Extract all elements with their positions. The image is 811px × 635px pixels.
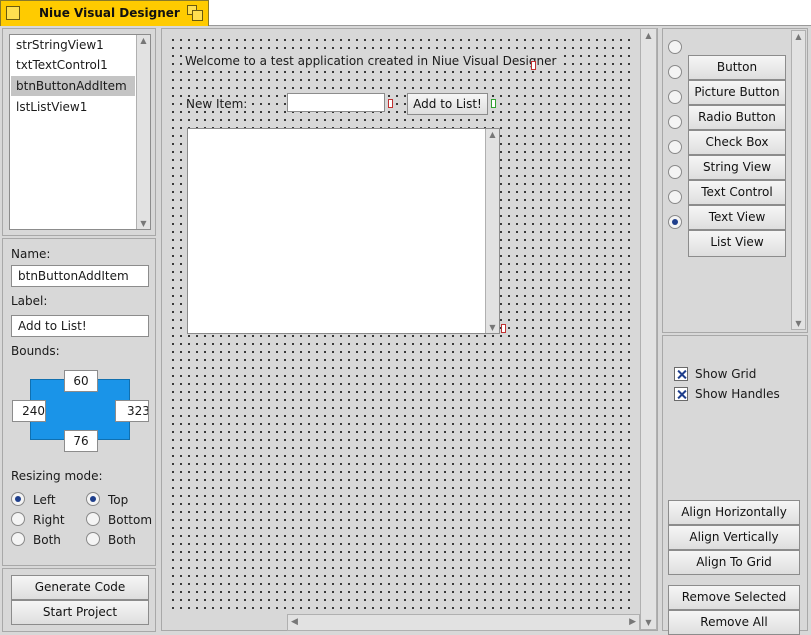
canvas-new-item-input[interactable]	[287, 93, 385, 112]
resize-bottom-label: Bottom	[108, 513, 153, 527]
remove-selected-button[interactable]: Remove Selected	[668, 585, 800, 610]
palette-text-control[interactable]: Text Control	[688, 180, 786, 205]
scroll-up-icon[interactable]: ▲	[792, 32, 805, 41]
bounds-left-field[interactable]: 240	[12, 400, 46, 422]
name-field[interactable]: btnButtonAddItem	[11, 265, 149, 287]
canvas-vertical-scrollbar[interactable]: ▲ ▼	[640, 28, 657, 630]
close-icon[interactable]	[6, 6, 20, 20]
list-item[interactable]: txtTextControl1	[11, 55, 135, 75]
window-title: Niue Visual Designer	[39, 6, 180, 20]
align-to-grid-button[interactable]: Align To Grid	[668, 550, 800, 575]
show-grid-label: Show Grid	[695, 367, 757, 381]
palette-radio-button[interactable]	[668, 65, 682, 79]
list-item[interactable]: strStringView1	[11, 35, 135, 55]
window-tab[interactable]: Niue Visual Designer	[0, 0, 209, 26]
label-field[interactable]: Add to List!	[11, 315, 149, 337]
resize-handle-icon[interactable]	[388, 99, 393, 108]
canvas-list-view[interactable]: ▲ ▼	[187, 128, 500, 334]
resize-right-radio[interactable]	[11, 512, 25, 526]
list-item[interactable]: lstListView1	[11, 97, 135, 117]
show-handles-label: Show Handles	[695, 387, 780, 401]
bounds-right-field[interactable]: 323	[115, 400, 149, 422]
palette-list-view[interactable]: List View	[688, 230, 786, 257]
palette-unlabeled-radio[interactable]	[668, 40, 682, 54]
resize-bottom-radio[interactable]	[86, 512, 100, 526]
palette-radio-picture-button[interactable]	[668, 90, 682, 104]
scroll-left-icon[interactable]: ◀	[291, 617, 298, 627]
canvas-add-to-list-button[interactable]: Add to List!	[407, 93, 488, 115]
palette-text-view[interactable]: Text View	[688, 205, 786, 230]
object-list-scrollbar[interactable]: ▲ ▼	[136, 35, 150, 229]
resize-top-label: Top	[108, 493, 129, 507]
resize-hboth-radio[interactable]	[11, 532, 25, 546]
scroll-down-icon[interactable]: ▼	[137, 219, 150, 228]
resize-left-label: Left	[33, 493, 56, 507]
canvas-list-scrollbar[interactable]: ▲ ▼	[485, 129, 499, 333]
scroll-right-icon[interactable]: ▶	[629, 617, 636, 627]
resize-handle-icon[interactable]	[491, 99, 496, 108]
canvas-new-item-label[interactable]: New Item:	[186, 97, 248, 111]
generate-code-button[interactable]: Generate Code	[11, 575, 149, 600]
palette-check-box[interactable]: Check Box	[688, 130, 786, 155]
palette-scrollbar[interactable]: ▲ ▼	[791, 30, 806, 330]
name-label: Name:	[11, 247, 51, 261]
canvas-horizontal-scrollbar[interactable]: ◀ ▶	[287, 614, 640, 631]
canvas-welcome-text[interactable]: Welcome to a test application created in…	[185, 54, 559, 68]
bounds-label: Bounds:	[11, 344, 60, 358]
resize-vboth-radio[interactable]	[86, 532, 100, 546]
label-label: Label:	[11, 294, 48, 308]
resize-hboth-label: Both	[33, 533, 61, 547]
palette-radio-text-view[interactable]	[668, 215, 682, 229]
resize-left-radio[interactable]	[11, 492, 25, 506]
align-vertically-button[interactable]: Align Vertically	[668, 525, 800, 550]
palette-button[interactable]: Button	[688, 55, 786, 80]
scroll-down-icon[interactable]: ▼	[641, 618, 656, 627]
bounds-top-field[interactable]: 60	[64, 370, 98, 392]
scroll-down-icon[interactable]: ▼	[792, 319, 805, 328]
zoom-icon[interactable]	[187, 5, 203, 21]
palette-string-view[interactable]: String View	[688, 155, 786, 180]
show-handles-checkbox[interactable]	[674, 387, 688, 401]
resize-top-radio[interactable]	[86, 492, 100, 506]
palette-picture-button[interactable]: Picture Button	[688, 80, 786, 105]
scroll-down-icon[interactable]: ▼	[486, 323, 499, 332]
resize-vboth-label: Both	[108, 533, 136, 547]
list-item[interactable]: btnButtonAddItem	[11, 76, 135, 96]
show-grid-checkbox[interactable]	[674, 367, 688, 381]
scroll-up-icon[interactable]: ▲	[641, 31, 656, 40]
align-horizontally-button[interactable]: Align Horizontally	[668, 500, 800, 525]
resize-right-label: Right	[33, 513, 65, 527]
palette-radio-button-item[interactable]: Radio Button	[688, 105, 786, 130]
start-project-button[interactable]: Start Project	[11, 600, 149, 625]
scroll-up-icon[interactable]: ▲	[137, 36, 150, 45]
scroll-up-icon[interactable]: ▲	[486, 130, 499, 139]
resize-handle-icon[interactable]	[501, 324, 506, 333]
resize-handle-icon[interactable]	[531, 61, 536, 70]
palette-radio-text-control[interactable]	[668, 190, 682, 204]
resizing-mode-label: Resizing mode:	[11, 469, 103, 483]
bounds-bottom-field[interactable]: 76	[64, 430, 98, 452]
palette-radio-string-view[interactable]	[668, 165, 682, 179]
palette-radio-check-box[interactable]	[668, 140, 682, 154]
object-list[interactable]: strStringView1 txtTextControl1 btnButton…	[9, 34, 151, 230]
remove-all-button[interactable]: Remove All	[668, 610, 800, 635]
palette-radio-radio-button[interactable]	[668, 115, 682, 129]
